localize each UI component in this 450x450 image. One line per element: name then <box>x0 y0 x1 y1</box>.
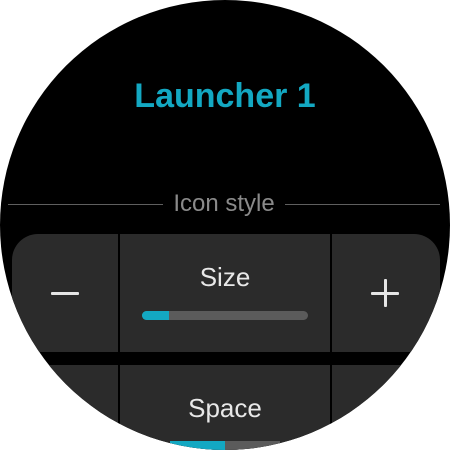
section-header: Icon style <box>8 188 441 220</box>
space-level-bar <box>170 441 280 450</box>
decrease-size-button[interactable] <box>12 234 118 352</box>
plus-icon <box>371 279 399 307</box>
divider-right <box>284 203 441 205</box>
size-control-row: Size <box>12 234 440 352</box>
page-title: Launcher 1 <box>134 77 316 115</box>
decrease-space-button[interactable] <box>12 365 118 450</box>
watch-screen: Launcher 1 Icon style Size Space <box>0 0 450 450</box>
size-label: Size <box>199 262 251 292</box>
increase-size-button[interactable] <box>332 234 438 352</box>
size-display: Size <box>118 234 332 352</box>
section-label: Icon style <box>173 190 275 217</box>
space-label: Space <box>188 393 262 423</box>
space-display: Space <box>118 365 332 450</box>
divider-left <box>8 203 164 205</box>
minus-icon <box>51 291 79 295</box>
increase-space-button[interactable] <box>332 365 438 450</box>
size-level-fill <box>142 311 169 320</box>
size-level-bar <box>142 311 308 320</box>
space-level-fill <box>170 441 225 450</box>
space-control-row: Space <box>12 365 440 450</box>
